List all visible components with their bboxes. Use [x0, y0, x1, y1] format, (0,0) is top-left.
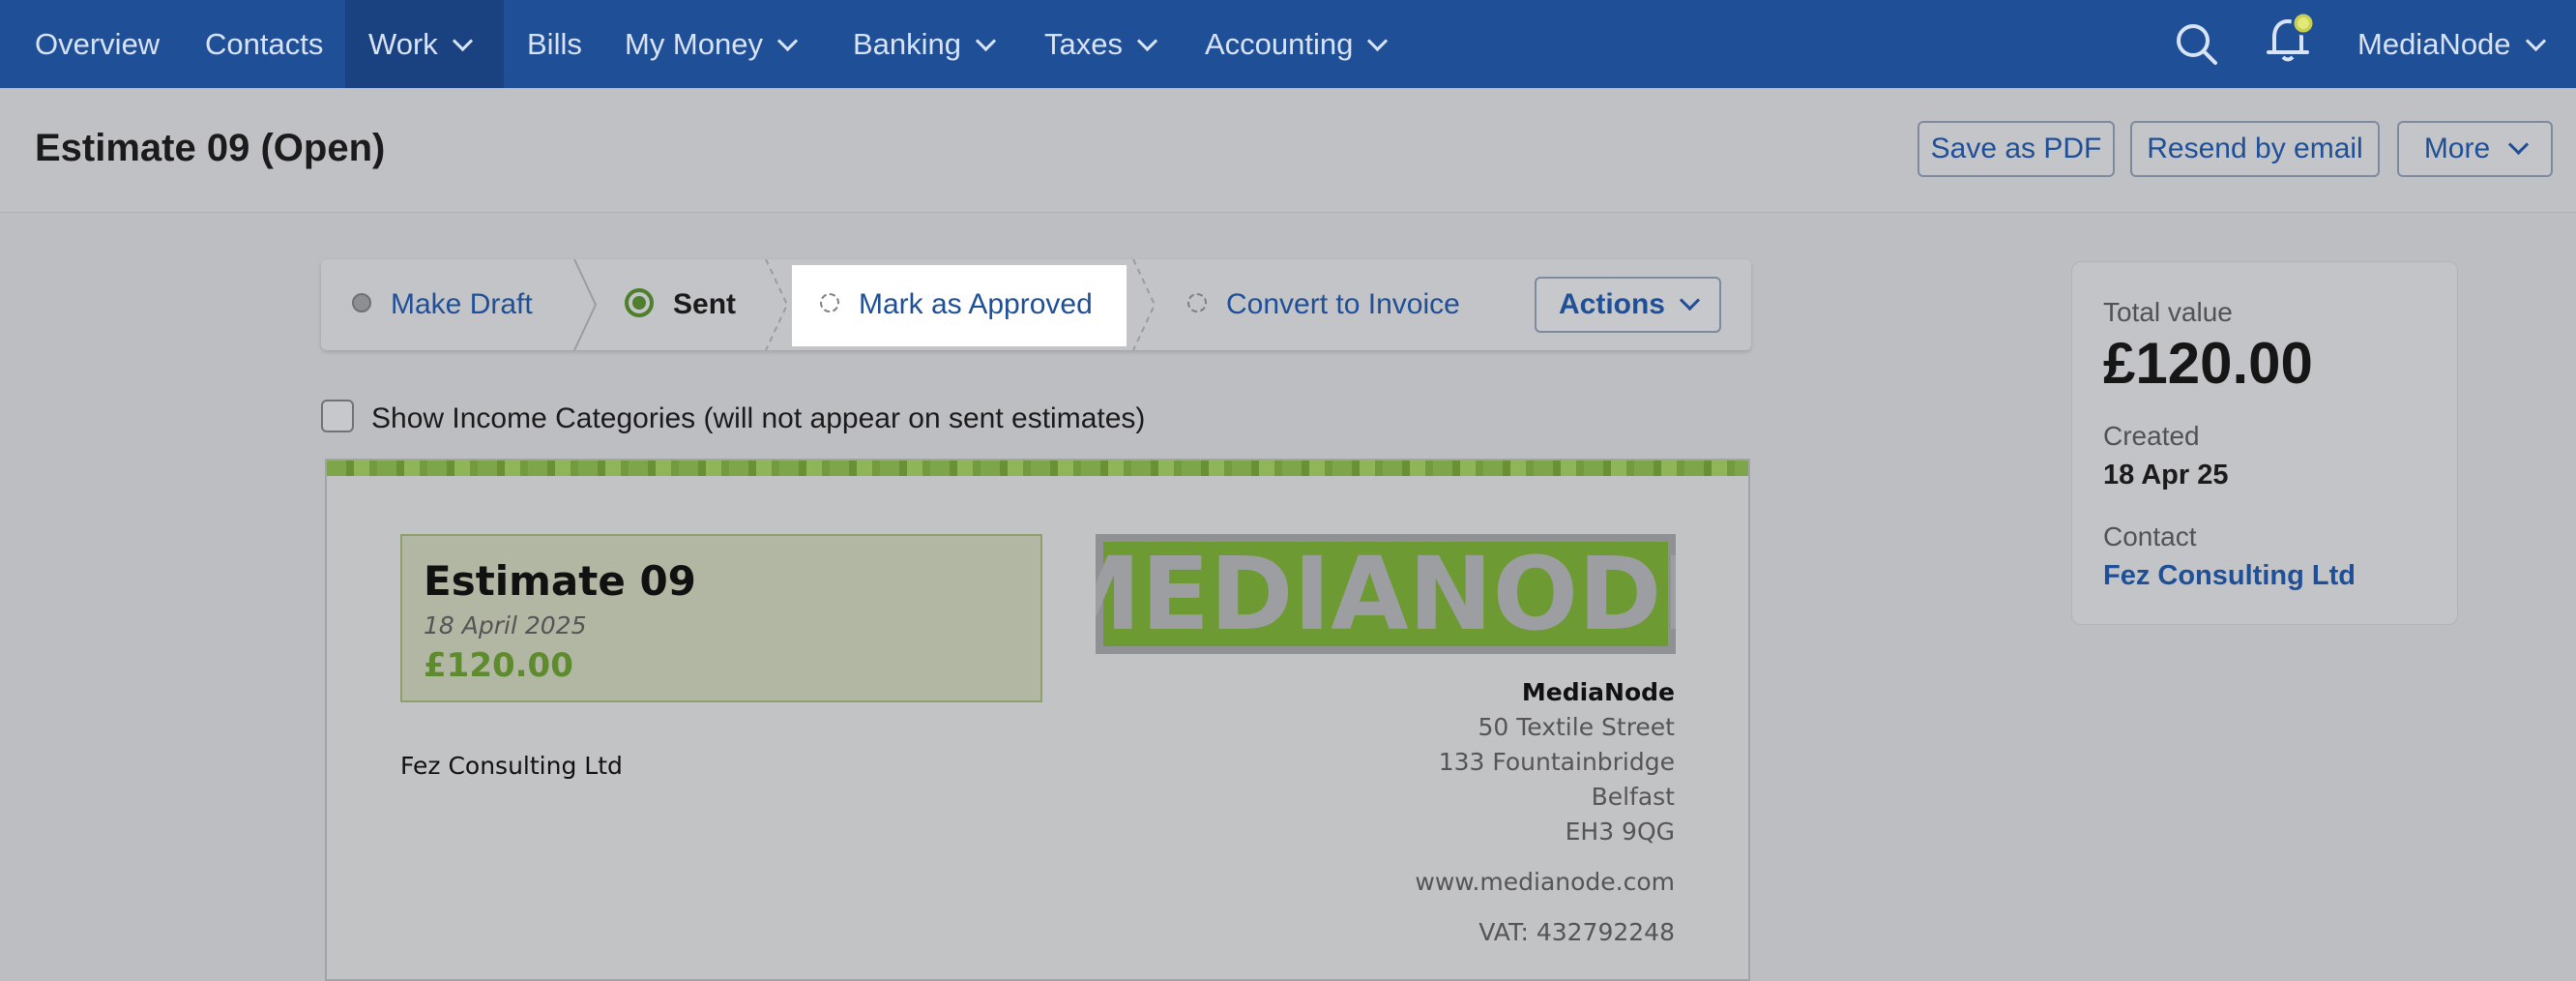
step-pending-icon — [820, 293, 839, 313]
nav-item-my-money[interactable]: My Money — [625, 0, 799, 88]
step-done-icon — [352, 293, 371, 313]
more-button-label: More — [2423, 133, 2491, 164]
account-name: MediaNode — [2357, 27, 2511, 61]
chevron-down-icon — [1136, 30, 1158, 52]
estimate-summary-card: Total value £120.00 Created 18 Apr 25 Co… — [2071, 261, 2458, 625]
step-make-draft[interactable]: Make Draft — [352, 259, 533, 350]
show-income-categories-checkbox[interactable] — [321, 400, 354, 432]
nav-item-taxes-label: Taxes — [1044, 27, 1123, 61]
company-address: MediaNode 50 Textile Street 133 Fountain… — [1415, 675, 1675, 950]
resend-by-email-button[interactable]: Resend by email — [2130, 121, 2380, 177]
nav-item-my-money-label: My Money — [625, 27, 763, 61]
nav-item-contacts[interactable]: Contacts — [205, 0, 323, 88]
nav-item-taxes[interactable]: Taxes — [1044, 0, 1158, 88]
account-menu[interactable]: MediaNode — [2357, 0, 2546, 88]
search-icon[interactable] — [2170, 17, 2224, 72]
step-convert-to-invoice-label: Convert to Invoice — [1226, 288, 1460, 320]
estimate-total: £120.00 — [424, 646, 573, 685]
chevron-down-icon — [776, 30, 799, 52]
step-sent-label: Sent — [673, 288, 737, 320]
step-sent: Sent — [625, 259, 736, 350]
total-value-label: Total value — [2103, 297, 2233, 327]
nav-item-banking[interactable]: Banking — [853, 0, 997, 88]
created-label: Created — [2103, 421, 2200, 451]
step-pending-icon — [1187, 293, 1207, 313]
chevron-down-icon — [1367, 30, 1389, 52]
notification-bell-icon[interactable] — [2261, 8, 2323, 70]
company-name: MediaNode — [1521, 678, 1675, 706]
company-vat: VAT: 432792248 — [1478, 918, 1675, 946]
page-title: Estimate 09 (Open) — [35, 127, 386, 169]
address-line: Belfast — [1591, 783, 1675, 811]
step-separator — [573, 259, 598, 350]
contact-label: Contact — [2103, 521, 2197, 551]
chevron-down-icon — [2508, 134, 2530, 156]
nav-item-accounting[interactable]: Accounting — [1205, 0, 1389, 88]
total-value: £120.00 — [2103, 331, 2313, 396]
show-income-categories-label[interactable]: Show Income Categories (will not appear … — [371, 402, 1145, 435]
nav-item-overview[interactable]: Overview — [35, 0, 160, 88]
created-value: 18 Apr 25 — [2103, 460, 2229, 490]
step-separator — [765, 259, 789, 350]
chevron-down-icon — [2525, 30, 2546, 52]
step-separator — [1132, 259, 1156, 350]
step-convert-to-invoice[interactable]: Convert to Invoice — [1187, 259, 1460, 350]
logo-text: MEDIANODE — [1096, 535, 1676, 653]
address-line: 50 Textile Street — [1478, 713, 1675, 741]
estimate-document-preview: Estimate 09 18 April 2025 £120.00 MEDIAN… — [325, 459, 1750, 981]
company-logo: MEDIANODE — [1096, 534, 1676, 654]
estimate-date: 18 April 2025 — [424, 611, 587, 639]
estimate-title: Estimate 09 — [424, 557, 696, 605]
nav-item-work[interactable]: Work — [345, 0, 504, 88]
nav-item-work-label: Work — [368, 27, 438, 61]
step-mark-as-approved-label: Mark as Approved — [859, 288, 1093, 320]
chevron-down-icon — [975, 30, 997, 52]
actions-button-label: Actions — [1558, 288, 1665, 320]
chevron-down-icon — [1679, 289, 1701, 312]
estimate-status-bar: Make Draft Sent Mark as Approved Convert… — [321, 259, 1751, 350]
client-name: Fez Consulting Ltd — [400, 752, 623, 780]
more-button[interactable]: More — [2397, 121, 2553, 177]
step-current-icon — [625, 288, 654, 318]
step-make-draft-label: Make Draft — [391, 288, 533, 320]
page-header: Estimate 09 (Open) Save as PDF Resend by… — [0, 88, 2576, 213]
nav-item-accounting-label: Accounting — [1205, 27, 1354, 61]
estimate-summary-box: Estimate 09 18 April 2025 £120.00 — [400, 534, 1042, 702]
address-line: EH3 9QG — [1565, 818, 1675, 846]
save-as-pdf-button[interactable]: Save as PDF — [1917, 121, 2115, 177]
address-line: 133 Fountainbridge — [1438, 748, 1675, 776]
chevron-down-icon — [452, 30, 473, 52]
document-header-stripe — [327, 461, 1748, 476]
nav-item-bills[interactable]: Bills — [527, 0, 582, 88]
nav-item-banking-label: Banking — [853, 27, 962, 61]
company-website: www.medianode.com — [1415, 868, 1675, 896]
top-nav: Overview Contacts Work Bills My Money Ba… — [0, 0, 2576, 88]
step-mark-as-approved[interactable]: Mark as Approved — [820, 259, 1093, 350]
actions-dropdown-button[interactable]: Actions — [1535, 277, 1721, 333]
contact-link[interactable]: Fez Consulting Ltd — [2103, 560, 2356, 592]
